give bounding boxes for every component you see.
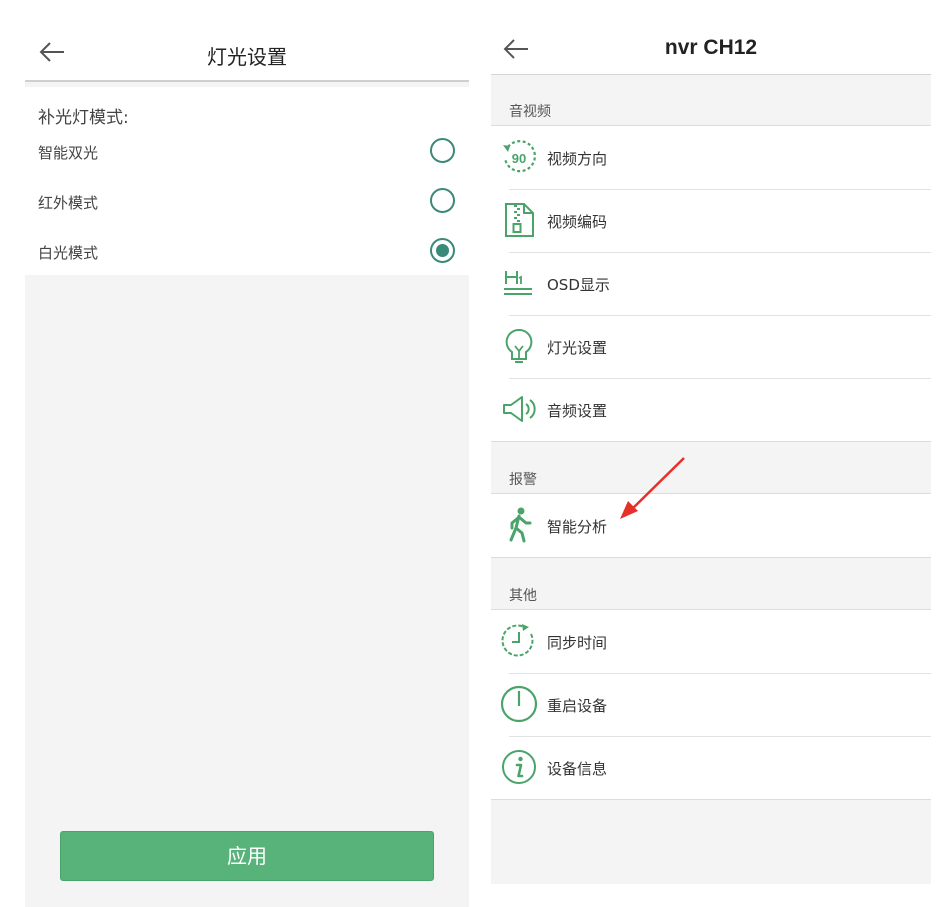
option-smart-dual-light[interactable]: 智能双光 <box>25 129 469 175</box>
option-label: 白光模式 <box>38 244 99 262</box>
option-white-light-mode[interactable]: 白光模式 <box>25 229 469 275</box>
info-icon <box>502 750 536 784</box>
menu-item-label: 同步时间 <box>547 634 608 652</box>
menu-item-light-settings[interactable]: 灯光设置 <box>491 315 931 378</box>
clock-sync-icon <box>501 624 534 657</box>
audio-video-group: 90 视频方向 视频编码 OSD显示 灯光设置 音频设置 <box>491 125 931 442</box>
menu-item-label: 智能分析 <box>547 518 608 536</box>
lightbulb-icon <box>505 328 533 363</box>
menu-item-label: 灯光设置 <box>547 339 608 357</box>
power-icon <box>500 685 538 723</box>
walking-person-icon <box>509 507 532 543</box>
menu-item-audio-settings[interactable]: 音频设置 <box>491 378 931 441</box>
page-title: 灯光设置 <box>207 45 287 69</box>
menu-item-osd-display[interactable]: OSD显示 <box>491 252 931 315</box>
section-header-alarm: 报警 <box>509 472 537 488</box>
menu-item-label: 视频编码 <box>547 213 608 231</box>
rotate-90-icon: 90 <box>503 140 536 173</box>
section-header-audio-video: 音视频 <box>509 104 551 120</box>
menu-item-label: 视频方向 <box>547 150 608 168</box>
option-label: 智能双光 <box>38 144 99 162</box>
radio-button[interactable] <box>430 188 455 213</box>
radio-button-selected[interactable] <box>430 238 455 263</box>
speaker-icon <box>503 396 536 422</box>
fill-light-mode-label: 补光灯模式: <box>38 108 129 128</box>
menu-item-video-encoding[interactable]: 视频编码 <box>491 189 931 252</box>
fill-light-mode-group: 补光灯模式: 智能双光 红外模式 白光模式 <box>25 87 469 275</box>
svg-text:90: 90 <box>512 151 526 166</box>
menu-item-video-orientation[interactable]: 90 视频方向 <box>491 126 931 189</box>
option-infrared-mode[interactable]: 红外模式 <box>25 179 469 225</box>
menu-item-label: 设备信息 <box>547 760 608 778</box>
menu-item-label: OSD显示 <box>547 276 610 294</box>
alarm-group: 智能分析 <box>491 493 931 558</box>
section-header-other: 其他 <box>509 588 537 604</box>
menu-item-label: 音频设置 <box>547 402 608 420</box>
option-label: 红外模式 <box>38 194 99 212</box>
zip-file-icon <box>505 203 534 237</box>
light-settings-panel: 灯光设置 补光灯模式: 智能双光 红外模式 白光模式 应用 <box>25 14 469 907</box>
radio-button[interactable] <box>430 138 455 163</box>
device-title: nvr CH12 <box>664 36 758 59</box>
menu-item-reboot-device[interactable]: 重启设备 <box>491 673 931 736</box>
right-title-bar: nvr CH12 <box>491 14 931 75</box>
menu-item-smart-analysis[interactable]: 智能分析 <box>491 494 931 557</box>
left-title-bar: 灯光设置 <box>25 14 469 82</box>
heading-icon <box>504 271 532 295</box>
radio-selected-dot <box>436 244 449 257</box>
menu-item-sync-time[interactable]: 同步时间 <box>491 610 931 673</box>
menu-item-label: 重启设备 <box>547 697 608 715</box>
menu-item-device-info[interactable]: 设备信息 <box>491 736 931 799</box>
apply-button[interactable]: 应用 <box>60 831 434 881</box>
other-group: 同步时间 重启设备 设备信息 <box>491 609 931 800</box>
device-settings-panel: nvr CH12 音视频 90 视频方向 视频编码 OSD显示 灯光设置 音频设… <box>491 14 931 884</box>
